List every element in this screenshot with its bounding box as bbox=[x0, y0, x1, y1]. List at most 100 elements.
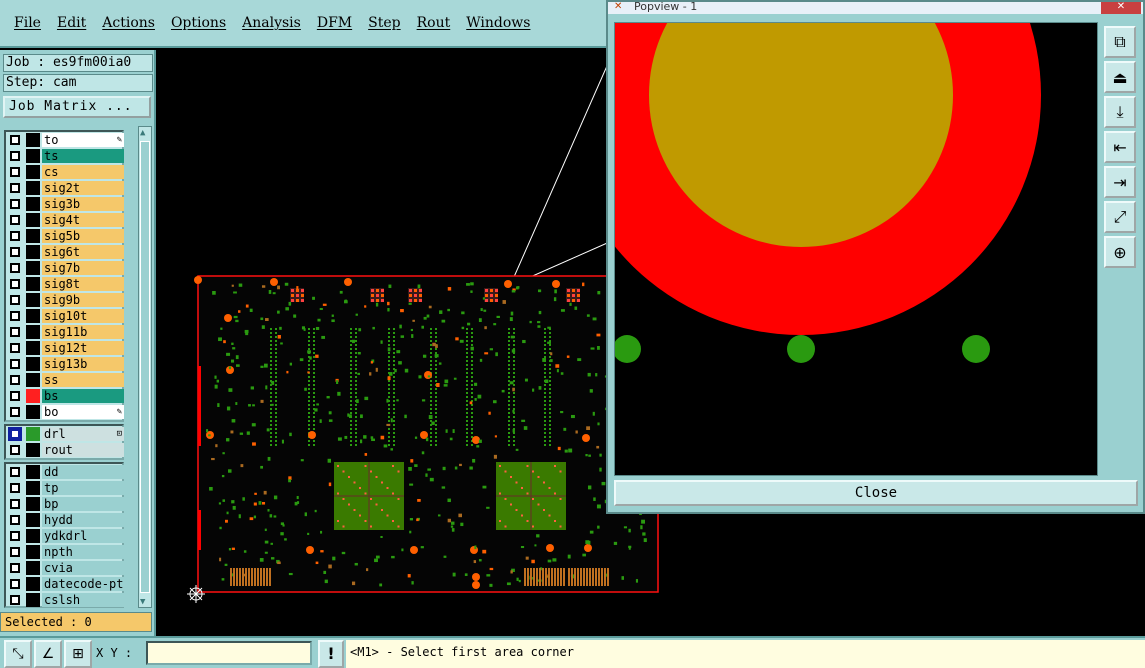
layer-name[interactable]: ss bbox=[42, 373, 124, 387]
layer-checkbox[interactable] bbox=[10, 247, 20, 257]
layer-row-cs[interactable]: cs bbox=[6, 164, 124, 180]
layer-checkbox[interactable] bbox=[10, 167, 20, 177]
layer-row-sig12t[interactable]: sig12t bbox=[6, 340, 124, 356]
layer-checkbox[interactable] bbox=[10, 327, 20, 337]
layer-row-ss[interactable]: ss bbox=[6, 372, 124, 388]
layer-color-swatch[interactable] bbox=[26, 149, 40, 163]
layer-color-swatch[interactable] bbox=[26, 465, 40, 479]
popview-titlebar[interactable]: ✕ Popview - 1 ✕ bbox=[608, 2, 1143, 14]
layer-row-npth[interactable]: npth bbox=[6, 544, 124, 560]
layer-color-swatch[interactable] bbox=[26, 497, 40, 511]
layer-name[interactable]: ydkdrl bbox=[42, 529, 124, 543]
layer-name[interactable]: sig8t bbox=[42, 277, 124, 291]
layer-color-swatch[interactable] bbox=[26, 181, 40, 195]
layer-name[interactable]: cs bbox=[42, 165, 124, 179]
menu-analysis[interactable]: Analysis bbox=[242, 15, 301, 31]
layer-row-sig7b[interactable]: sig7b bbox=[6, 260, 124, 276]
layer-checkbox[interactable] bbox=[10, 215, 20, 225]
layer-checkbox[interactable] bbox=[10, 263, 20, 273]
layer-row-dd[interactable]: dd bbox=[6, 464, 124, 480]
layer-checkbox[interactable] bbox=[10, 407, 20, 417]
layer-checkbox[interactable] bbox=[10, 151, 20, 161]
menu-dfm[interactable]: DFM bbox=[317, 15, 352, 31]
menu-actions[interactable]: Actions bbox=[102, 15, 155, 31]
layer-name[interactable]: bp bbox=[42, 497, 124, 511]
layer-row-rout[interactable]: rout bbox=[6, 442, 124, 458]
layer-checkbox[interactable] bbox=[10, 595, 20, 605]
layer-row-bs[interactable]: bs bbox=[6, 388, 124, 404]
layer-checkbox[interactable] bbox=[10, 467, 20, 477]
layer-color-swatch[interactable] bbox=[26, 529, 40, 543]
layer-name[interactable]: sig7b bbox=[42, 261, 124, 275]
layer-name[interactable]: bs bbox=[42, 389, 124, 403]
layer-name[interactable]: sig5b bbox=[42, 229, 124, 243]
scroll-thumb[interactable] bbox=[140, 141, 150, 593]
layer-checkbox[interactable] bbox=[10, 531, 20, 541]
menu-rout[interactable]: Rout bbox=[417, 15, 451, 31]
layer-name[interactable]: sig13b bbox=[42, 357, 124, 371]
layer-checkbox[interactable] bbox=[10, 311, 20, 321]
layer-name[interactable]: sig4t bbox=[42, 213, 124, 227]
layer-checkbox[interactable] bbox=[10, 375, 20, 385]
layer-name[interactable]: dd bbox=[42, 465, 124, 479]
layer-name[interactable]: sig9b bbox=[42, 293, 124, 307]
layer-row-cvia[interactable]: cvia bbox=[6, 560, 124, 576]
layer-name[interactable]: sig12t bbox=[42, 341, 124, 355]
layer-row-sig3b[interactable]: sig3b bbox=[6, 196, 124, 212]
layer-row-ts[interactable]: ts bbox=[6, 148, 124, 164]
popview-close-button[interactable]: Close bbox=[614, 480, 1138, 506]
layer-color-swatch[interactable] bbox=[26, 389, 40, 403]
layer-name[interactable]: cvia bbox=[42, 561, 124, 575]
layer-row-sig9b[interactable]: sig9b bbox=[6, 292, 124, 308]
layer-color-swatch[interactable] bbox=[26, 325, 40, 339]
layer-color-swatch[interactable] bbox=[26, 513, 40, 527]
layer-row-sig8t[interactable]: sig8t bbox=[6, 276, 124, 292]
layer-name[interactable]: sig3b bbox=[42, 197, 124, 211]
layer-name[interactable]: bo ✎ bbox=[42, 405, 124, 419]
layer-row-tp[interactable]: tp bbox=[6, 480, 124, 496]
layer-color-swatch[interactable] bbox=[26, 197, 40, 211]
layer-row-sig4t[interactable]: sig4t bbox=[6, 212, 124, 228]
layer-row-sig5b[interactable]: sig5b bbox=[6, 228, 124, 244]
popview-tool-icon[interactable]: ⤢ bbox=[1104, 201, 1136, 233]
popview-tool-icon[interactable]: ⇤ bbox=[1104, 131, 1136, 163]
layer-checkbox[interactable] bbox=[10, 279, 20, 289]
layer-checkbox[interactable] bbox=[10, 135, 20, 145]
menu-file[interactable]: File bbox=[14, 15, 41, 31]
layer-checkbox[interactable] bbox=[10, 499, 20, 509]
layer-checkbox[interactable] bbox=[10, 515, 20, 525]
scroll-down-icon[interactable]: ▼ bbox=[140, 597, 145, 607]
layer-color-swatch[interactable] bbox=[26, 481, 40, 495]
menu-windows[interactable]: Windows bbox=[466, 15, 530, 31]
popview-window[interactable]: ✕ Popview - 1 ✕ ⧉ ⏏ ⤓ ⇤ ⇥ ⤢ ⊕ Close bbox=[606, 0, 1145, 514]
popview-tool-icon[interactable]: ⇥ bbox=[1104, 166, 1136, 198]
layer-name[interactable]: npth bbox=[42, 545, 124, 559]
xy-input[interactable] bbox=[146, 641, 312, 665]
layer-checkbox[interactable] bbox=[10, 579, 20, 589]
layer-color-swatch[interactable] bbox=[26, 165, 40, 179]
popview-tool-icon[interactable]: ⤓ bbox=[1104, 96, 1136, 128]
layer-name[interactable]: rout bbox=[42, 443, 124, 457]
layer-row-sig6t[interactable]: sig6t bbox=[6, 244, 124, 260]
popview-tool-icon[interactable]: ⏏ bbox=[1104, 61, 1136, 93]
popview-tool-icon[interactable]: ⧉ bbox=[1104, 26, 1136, 58]
layer-color-swatch[interactable] bbox=[26, 229, 40, 243]
measure-tool-icon[interactable]: ⤡ bbox=[4, 640, 32, 668]
layer-color-swatch[interactable] bbox=[26, 561, 40, 575]
layer-color-swatch[interactable] bbox=[26, 309, 40, 323]
layer-color-swatch[interactable] bbox=[26, 593, 40, 607]
layer-checkbox[interactable] bbox=[8, 427, 22, 441]
layer-name[interactable]: drl ⊡ bbox=[42, 427, 124, 441]
menu-edit[interactable]: Edit bbox=[57, 15, 86, 31]
layer-checkbox[interactable] bbox=[10, 445, 20, 455]
layer-color-swatch[interactable] bbox=[26, 373, 40, 387]
layer-row-bo[interactable]: bo ✎ bbox=[6, 404, 124, 420]
layer-name[interactable]: to ✎ bbox=[42, 133, 124, 147]
layer-name[interactable]: tp bbox=[42, 481, 124, 495]
layer-color-swatch[interactable] bbox=[26, 261, 40, 275]
layer-checkbox[interactable] bbox=[10, 183, 20, 193]
layer-name[interactable]: sig10t bbox=[42, 309, 124, 323]
layer-name[interactable]: sig2t bbox=[42, 181, 124, 195]
grid-tool-icon[interactable]: ⊞ bbox=[64, 640, 92, 668]
layer-color-swatch[interactable] bbox=[26, 213, 40, 227]
